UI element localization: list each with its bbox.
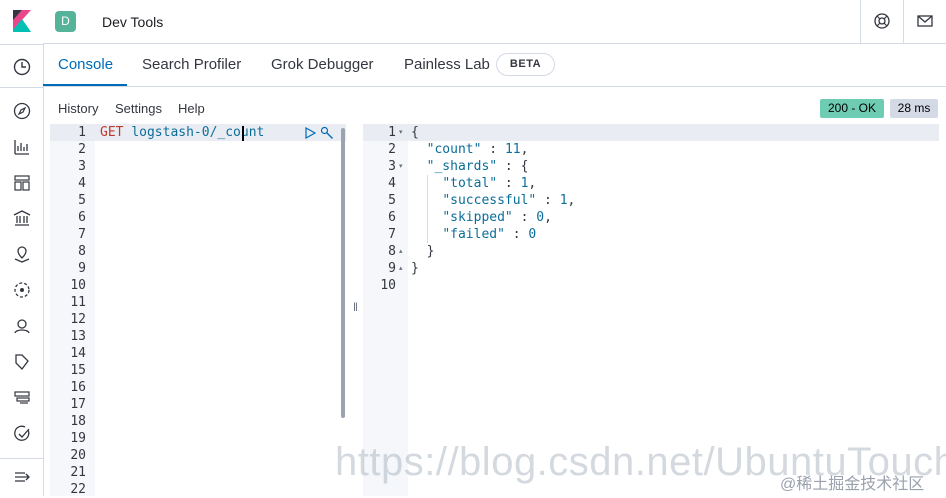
response-line: "_shards" : { [426, 159, 529, 174]
text-cursor [242, 126, 244, 141]
left-nav-sidebar [0, 0, 44, 496]
line-number: 7 [388, 227, 396, 242]
page-title: Dev Tools [102, 14, 164, 30]
fold-toggle-icon[interactable]: ▴ [399, 243, 403, 260]
compass-icon[interactable] [12, 101, 32, 121]
line-number: 5 [78, 193, 86, 208]
settings-link[interactable]: Settings [115, 101, 162, 116]
user-icon[interactable] [12, 316, 32, 336]
fold-toggle-icon[interactable]: ▴ [399, 260, 403, 277]
space-avatar[interactable]: D [55, 11, 76, 32]
mail-icon [917, 15, 933, 27]
line-number: 10 [70, 278, 86, 293]
response-line: { [411, 125, 419, 140]
request-editor-scrollbar[interactable] [341, 128, 345, 418]
line-number: 14 [70, 346, 86, 361]
header-bar: D Dev Tools [43, 0, 946, 44]
line-number: 11 [70, 295, 86, 310]
help-link[interactable]: Help [178, 101, 205, 116]
response-line: "successful" : 1, [442, 193, 576, 208]
help-icon [874, 13, 890, 29]
response-line: "count" : 11, [426, 142, 529, 157]
line-number: 21 [70, 465, 86, 480]
active-tab-indicator [43, 84, 127, 86]
help-menu-button[interactable] [860, 0, 904, 43]
line-number: 17 [70, 397, 86, 412]
history-link[interactable]: History [58, 101, 98, 116]
play-icon[interactable] [304, 127, 316, 139]
line-number: 4 [388, 176, 396, 191]
dock-icon[interactable] [12, 467, 32, 487]
line-number: 5 [388, 193, 396, 208]
line-number: 2 [388, 142, 396, 157]
line-number: 1 [78, 125, 86, 140]
response-line: } [411, 244, 435, 259]
watermark-site: @稀土掘金技术社区 [780, 476, 925, 493]
request-line[interactable]: GET logstash-0/_count [100, 124, 264, 141]
line-number: 9 [78, 261, 86, 276]
chart-icon[interactable] [12, 137, 32, 157]
line-number: 2 [78, 142, 86, 157]
dashboard-icon[interactable] [12, 173, 32, 193]
stack-icon[interactable] [12, 388, 32, 408]
bank-icon[interactable] [12, 208, 32, 228]
line-number: 3 [78, 159, 86, 174]
pane-resizer[interactable]: ‖ [353, 300, 358, 314]
response-line: "total" : 1, [442, 176, 537, 191]
line-number: 15 [70, 363, 86, 378]
active-line-highlight [363, 124, 939, 141]
sidebar-divider [0, 87, 43, 88]
line-number: 6 [78, 210, 86, 225]
fold-toggle-icon[interactable]: ▾ [399, 124, 403, 141]
request-path: logstash-0/_count [131, 125, 265, 140]
line-number: 3 [388, 159, 396, 174]
response-line: } [411, 261, 419, 276]
line-number: 22 [70, 482, 86, 497]
line-number: 8 [388, 244, 396, 259]
line-number: 20 [70, 448, 86, 463]
line-number: 13 [70, 329, 86, 344]
line-number: 18 [70, 414, 86, 429]
line-number: 1 [388, 125, 396, 140]
line-number: 12 [70, 312, 86, 327]
request-method: GET [100, 125, 124, 140]
uptime-icon[interactable] [12, 424, 32, 444]
dev-tools-tabs: Console Search Profiler Grok Debugger Pa… [43, 44, 946, 87]
tab-grok-debugger[interactable]: Grok Debugger [271, 56, 374, 73]
beta-badge: BETA [496, 53, 555, 76]
line-number: 9 [388, 261, 396, 276]
wrench-icon[interactable] [320, 126, 334, 140]
response-line: "skipped" : 0, [442, 210, 552, 225]
line-number: 4 [78, 176, 86, 191]
line-number: 8 [78, 244, 86, 259]
response-line: "failed" : 0 [442, 227, 537, 242]
status-badge: 200 - OK [820, 99, 884, 118]
sidebar-divider [0, 458, 43, 459]
ml-icon[interactable] [12, 280, 32, 300]
tab-search-profiler[interactable]: Search Profiler [142, 56, 241, 73]
line-number: 16 [70, 380, 86, 395]
newsfeed-button[interactable] [903, 0, 946, 43]
line-number: 6 [388, 210, 396, 225]
line-number: 10 [380, 278, 396, 293]
apm-icon[interactable] [12, 352, 32, 372]
request-time-badge: 28 ms [890, 99, 938, 118]
tab-console[interactable]: Console [58, 56, 113, 73]
map-icon[interactable] [12, 244, 32, 264]
line-number: 19 [70, 431, 86, 446]
kibana-logo-icon[interactable] [11, 10, 33, 32]
fold-toggle-icon[interactable]: ▾ [399, 158, 403, 175]
line-number: 7 [78, 227, 86, 242]
clock-icon[interactable] [12, 57, 32, 77]
sidebar-divider [0, 44, 43, 45]
tab-painless-lab[interactable]: Painless Lab [404, 56, 490, 73]
